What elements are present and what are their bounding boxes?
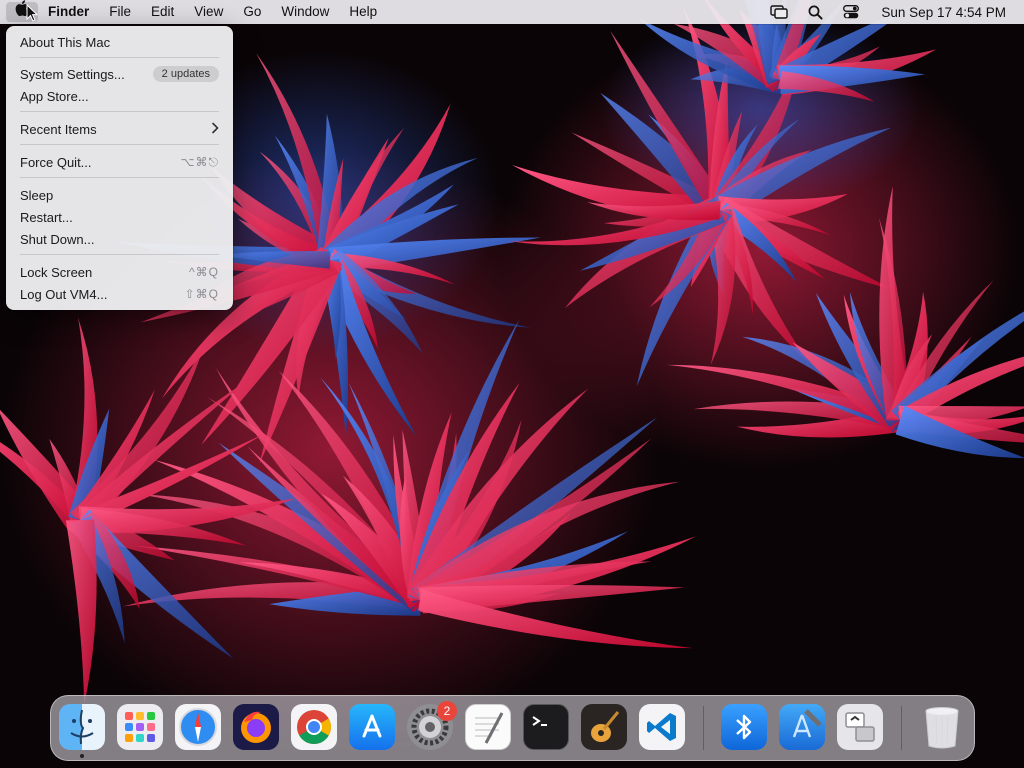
firefox-icon[interactable] (233, 704, 279, 750)
menu-file[interactable]: File (99, 0, 141, 24)
updates-badge: 2 updates (152, 66, 219, 82)
menu-item-system-settings[interactable]: System Settings... 2 updates (12, 63, 227, 85)
menu-item-lock-screen[interactable]: Lock Screen ^⌘Q (12, 261, 227, 283)
terminal-icon[interactable] (523, 704, 569, 750)
screen-mirroring-icon[interactable] (761, 0, 797, 24)
notification-badge: 2 (437, 701, 457, 721)
running-indicator (80, 754, 84, 758)
menu-item-log-out[interactable]: Log Out VM4... ⇧⌘Q (12, 283, 227, 305)
migration-assistant-icon[interactable] (837, 704, 883, 750)
menu-item-label: Lock Screen (20, 264, 93, 280)
menu-item-label: System Settings... (20, 66, 125, 82)
menu-window[interactable]: Window (271, 0, 339, 24)
menu-item-label: Restart... (20, 209, 73, 225)
dock-separator (901, 706, 902, 750)
menu-item-label: Shut Down... (20, 231, 95, 247)
chevron-right-icon (211, 121, 219, 138)
menu-item-shortcut: ^⌘Q (189, 265, 219, 279)
menu-edit[interactable]: Edit (141, 0, 184, 24)
menu-item-label: About This Mac (20, 34, 111, 50)
menu-item-label: Force Quit... (20, 154, 92, 170)
menu-go[interactable]: Go (233, 0, 271, 24)
xcode-icon[interactable] (779, 704, 825, 750)
menu-item-label: App Store... (20, 88, 89, 104)
menu-item-label: Sleep (20, 187, 54, 203)
spotlight-search-icon[interactable] (797, 0, 833, 24)
menu-item-label: Recent Items (20, 121, 97, 137)
textedit-icon[interactable] (465, 704, 511, 750)
menu-help[interactable]: Help (339, 0, 387, 24)
menu-view[interactable]: View (184, 0, 233, 24)
menu-item-sleep[interactable]: Sleep (12, 184, 227, 206)
menu-app-name[interactable]: Finder (38, 0, 99, 24)
menu-bar-clock[interactable]: Sun Sep 17 4:54 PM (869, 5, 1016, 20)
apple-menu-dropdown: About This Mac System Settings... 2 upda… (6, 26, 233, 310)
menu-item-force-quit[interactable]: Force Quit... ⌥⌘⎋ (12, 151, 227, 173)
menu-bar: Finder File Edit View Go Window Help Sun… (0, 0, 1024, 24)
finder-icon[interactable] (59, 704, 105, 750)
control-center-icon[interactable] (833, 0, 869, 24)
menu-item-app-store[interactable]: App Store... (12, 85, 227, 107)
menu-item-shortcut: ⌥⌘⎋ (180, 154, 219, 169)
dock: 2 (50, 695, 975, 761)
menu-separator (20, 177, 219, 178)
dock-separator (703, 706, 704, 750)
menu-separator (20, 254, 219, 255)
menu-item-restart[interactable]: Restart... (12, 206, 227, 228)
safari-icon[interactable] (175, 704, 221, 750)
menu-separator (20, 111, 219, 112)
trash-icon[interactable] (919, 704, 965, 750)
menu-item-about-this-mac[interactable]: About This Mac (12, 31, 227, 53)
menu-item-shut-down[interactable]: Shut Down... (12, 228, 227, 250)
garageband-icon[interactable] (581, 704, 627, 750)
launchpad-icon[interactable] (117, 704, 163, 750)
menu-item-recent-items[interactable]: Recent Items (12, 118, 227, 140)
app-store-icon[interactable] (349, 704, 395, 750)
vscode-icon[interactable] (639, 704, 685, 750)
bluetooth-file-exchange-icon[interactable] (721, 704, 767, 750)
menu-bar-status-area: Sun Sep 17 4:54 PM (761, 0, 1024, 24)
chrome-icon[interactable] (291, 704, 337, 750)
menu-separator (20, 144, 219, 145)
menu-separator (20, 57, 219, 58)
menu-item-label: Log Out VM4... (20, 286, 108, 302)
mouse-cursor-icon (26, 3, 39, 27)
menu-item-shortcut: ⇧⌘Q (184, 287, 219, 301)
